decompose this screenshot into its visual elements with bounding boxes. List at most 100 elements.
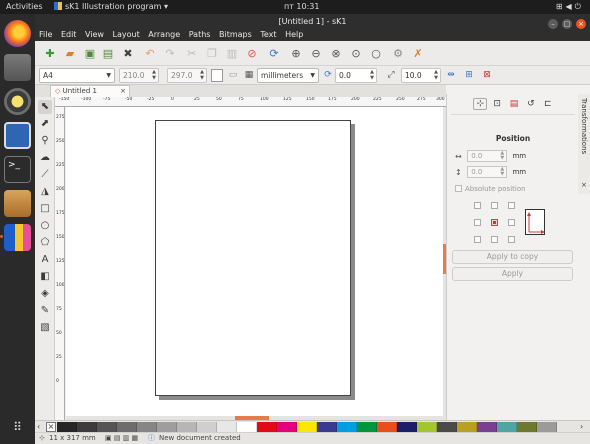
spin-arrows-icon[interactable]: ▲ ▼ [152, 69, 156, 81]
align-icon[interactable]: ⇹ [445, 69, 457, 82]
tab-untitled-1[interactable]: ◇ Untitled 1 × [50, 85, 130, 97]
no-color-swatch[interactable]: × [46, 422, 56, 432]
docker-side-tab[interactable]: × Transformations [578, 94, 590, 194]
save-icon[interactable]: ▣ [81, 44, 99, 62]
y-position-field[interactable]: 0.0 ▲ ▼ [467, 166, 508, 178]
color-swatch[interactable] [337, 422, 357, 432]
anchor-bottom-left[interactable] [474, 236, 481, 243]
zoom-100-icon[interactable]: ○ [367, 44, 385, 62]
color-swatch[interactable] [377, 422, 397, 432]
menu-bitmaps[interactable]: Bitmaps [219, 30, 252, 39]
clock[interactable]: пт 10:31 [284, 2, 320, 11]
x-position-field[interactable]: 0.0 ▲ ▼ [467, 150, 508, 162]
scale-tab-icon[interactable]: ▤ [507, 99, 521, 109]
color-swatch[interactable] [237, 422, 257, 432]
color-swatch[interactable] [417, 422, 437, 432]
copy-icon[interactable]: ❐ [203, 44, 221, 62]
menu-text[interactable]: Text [260, 30, 276, 39]
volume-icon[interactable]: ◀ [566, 2, 575, 11]
firefox-icon[interactable] [4, 20, 31, 47]
maximize-icon[interactable]: □ [562, 19, 572, 29]
apply-button[interactable]: Apply [452, 267, 573, 281]
color-swatch[interactable] [357, 422, 377, 432]
polygon-tool-icon[interactable]: ⬠ [38, 236, 52, 250]
menu-paths[interactable]: Paths [189, 30, 211, 39]
polyline-tool-icon[interactable]: ⟋ [38, 168, 52, 182]
terminal-icon[interactable]: >_ [4, 156, 31, 183]
anchor-top-center[interactable] [491, 202, 498, 209]
ellipse-tool-icon[interactable]: ○ [38, 219, 52, 233]
color-swatch[interactable] [477, 422, 497, 432]
software-icon[interactable] [4, 190, 31, 217]
color-swatch[interactable] [497, 422, 517, 432]
files-icon[interactable] [4, 54, 31, 81]
spin-arrows-icon[interactable]: ▲ ▼ [200, 69, 204, 81]
anchor-top-right[interactable] [508, 202, 515, 209]
fleur-tool-icon[interactable]: ☁ [38, 151, 52, 165]
color-swatch[interactable] [517, 422, 537, 432]
page-format-select[interactable]: A4 ▼ [39, 68, 115, 83]
show-apps-icon[interactable]: ⠿ [4, 414, 31, 441]
rotation-field[interactable]: 0.0 ▲ ▼ [335, 68, 377, 83]
page-width-field[interactable]: 210.0 ▲ ▼ [119, 68, 159, 83]
checkbox-icon[interactable] [455, 185, 462, 192]
minimize-icon[interactable]: – [548, 19, 558, 29]
zoom-in-icon[interactable]: ⊕ [287, 44, 305, 62]
zoom-tool-icon[interactable]: ⚲ [38, 134, 52, 148]
color-swatch[interactable] [277, 422, 297, 432]
app-menu-button[interactable]: sK1 Illustration program ▾ [54, 2, 168, 11]
resize-tab-icon[interactable]: ⊡ [490, 99, 504, 109]
apply-to-copy-button[interactable]: Apply to copy [452, 250, 573, 264]
units-select[interactable]: millimeters ▼ [257, 68, 319, 83]
save-as-icon[interactable]: ▤ [99, 44, 117, 62]
power-icon[interactable]: ⏻ [575, 2, 584, 11]
color-swatch[interactable] [397, 422, 417, 432]
color-swatch[interactable] [537, 422, 557, 432]
fill-tool-icon[interactable]: ◈ [38, 287, 52, 301]
color-swatch[interactable] [97, 422, 117, 432]
window-titlebar[interactable]: [Untitled 1] - sK1 – □ × [35, 14, 590, 29]
new-icon[interactable]: ✚ [41, 44, 59, 62]
document-page[interactable] [155, 120, 351, 396]
color-swatch[interactable] [217, 422, 237, 432]
activities-button[interactable]: Activities [6, 2, 43, 11]
close-doc-icon[interactable]: ✖ [119, 44, 137, 62]
zoom-fit-icon[interactable]: ⊙ [347, 44, 365, 62]
close-docker-icon[interactable]: × [581, 181, 587, 189]
landscape-icon[interactable]: ▭ [227, 69, 239, 82]
redo-icon[interactable]: ↷ [161, 44, 179, 62]
pen-tool-icon[interactable]: ✎ [38, 304, 52, 318]
spin-arrows-icon[interactable]: ▲ ▼ [370, 69, 374, 81]
color-swatch[interactable] [257, 422, 277, 432]
menu-edit[interactable]: Edit [61, 30, 77, 39]
zoom-page-icon[interactable]: ⊗ [327, 44, 345, 62]
bezier-tool-icon[interactable]: ◮ [38, 185, 52, 199]
anchor-bottom-right[interactable] [508, 236, 515, 243]
anchor-bottom-center[interactable] [491, 236, 498, 243]
color-swatch[interactable] [177, 422, 197, 432]
absolute-position-checkbox[interactable]: Absolute position [455, 185, 526, 193]
selection-tool-icon[interactable]: ⬉ [38, 100, 52, 114]
color-swatch[interactable] [117, 422, 137, 432]
color-picker-icon[interactable]: ▧ [38, 321, 52, 335]
sk1-dock-icon[interactable] [0, 224, 31, 251]
color-swatch[interactable] [317, 422, 337, 432]
cut-icon[interactable]: ✂ [183, 44, 201, 62]
rectangle-tool-icon[interactable]: □ [38, 202, 52, 216]
spin-arrows-icon[interactable]: ▲ ▼ [500, 167, 504, 177]
anchor-center[interactable] [491, 219, 498, 226]
properties-icon[interactable]: ✗ [409, 44, 427, 62]
zoom-out-icon[interactable]: ⊖ [307, 44, 325, 62]
color-swatch[interactable] [297, 422, 317, 432]
palette-right-icon[interactable]: › [580, 421, 583, 432]
position-tab-icon[interactable]: ⊹ [473, 98, 488, 110]
menu-help[interactable]: Help [285, 30, 303, 39]
menu-arrange[interactable]: Arrange [148, 30, 180, 39]
close-window-icon[interactable]: × [576, 19, 586, 29]
anchor-middle-left[interactable] [474, 219, 481, 226]
delete-icon[interactable]: ⊘ [243, 44, 261, 62]
snap-icon[interactable]: ⚙ [389, 44, 407, 62]
anchor-middle-right[interactable] [508, 219, 515, 226]
nudge-field[interactable]: 10.0 ▲ ▼ [401, 68, 441, 83]
color-swatch[interactable] [77, 422, 97, 432]
